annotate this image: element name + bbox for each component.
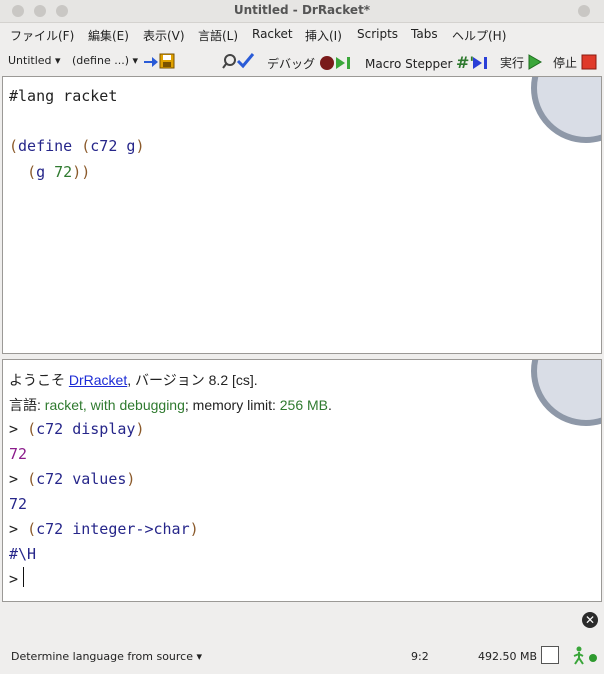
run-button[interactable]: 実行 [500,54,542,71]
save-button[interactable] [142,52,176,73]
title-bar: Untitled - DrRacket* [0,0,604,23]
macro-stepper-icon: #' [456,53,488,72]
menu-file[interactable]: ファイル(F) [10,27,74,44]
stop-icon [581,54,597,70]
svg-text:#': #' [456,54,474,72]
drracket-link[interactable]: DrRacket [69,372,127,388]
toolbar: Untitled ▾ (define ...) ▾ デバッグ Macro Ste… [0,48,604,74]
chevron-down-icon: ▾ [196,650,203,663]
chevron-down-icon: ▾ [132,54,139,67]
run-icon [528,54,542,70]
repl-input: > (c72 display) [9,420,145,438]
menu-edit[interactable]: 編集(E) [88,27,129,44]
menu-racket[interactable]: Racket [252,27,293,41]
repl-prompt: > [9,570,19,588]
language-info-line: 言語: racket, with debugging; memory limit… [9,397,332,413]
language-selector[interactable]: Determine language from source ▾ [11,650,202,663]
check-syntax-icon [222,53,255,69]
menu-scripts[interactable]: Scripts [357,27,398,41]
menu-bar: ファイル(F) 編集(E) 表示(V) 言語(L) Racket 挿入(I) S… [0,23,604,47]
define-menu[interactable]: (define ...) ▾ [72,54,138,67]
repl-input: > (c72 integer->char) [9,520,199,538]
interactions-pane[interactable]: ようこそ DrRacket, バージョン 8.2 [cs]. 言語: racke… [2,359,602,602]
menu-view[interactable]: 表示(V) [143,27,185,44]
chevron-down-icon: ▾ [55,54,61,67]
editor-corner-badge [531,77,601,143]
repl-input: > (c72 values) [9,470,136,488]
menu-tabs[interactable]: Tabs [411,27,438,41]
memory-box[interactable] [541,646,559,664]
debug-button[interactable]: デバッグ [267,54,353,72]
file-name-menu[interactable]: Untitled ▾ [8,54,61,67]
code-line: (g 72)) [27,163,91,181]
menu-help[interactable]: ヘルプ(H) [452,27,506,44]
definitions-editor[interactable]: #lang racket (define (c72 g) (g 72)) [2,76,602,354]
debug-icon [319,56,350,70]
welcome-line: ようこそ DrRacket, バージョン 8.2 [cs]. [9,372,258,388]
save-icon [144,53,175,69]
repl-output: 72 [9,495,28,513]
text-cursor [23,567,24,587]
memory-usage: 492.50 MB [478,650,538,663]
status-bar: Determine language from source ▾ 9:2 492… [0,640,604,670]
check-syntax-button[interactable] [222,52,256,73]
repl-output: 72 [9,445,28,463]
close-icon[interactable]: ✕ [582,612,598,628]
window-extra-button[interactable] [578,5,590,17]
stop-button[interactable]: 停止 [553,54,597,71]
repl-output: #\H [9,545,37,563]
code-line: (define (c72 g) [9,137,145,155]
walking-person-icon [573,646,597,665]
menu-insert[interactable]: 挿入(I) [305,27,342,44]
code-line: #lang racket [9,87,118,105]
cursor-position: 9:2 [411,650,429,663]
window-title: Untitled - DrRacket* [233,3,371,17]
menu-language[interactable]: 言語(L) [198,27,238,44]
gc-status [571,646,599,669]
macro-stepper-button[interactable]: Macro Stepper #' [365,53,490,72]
repl-corner-badge [531,360,601,426]
